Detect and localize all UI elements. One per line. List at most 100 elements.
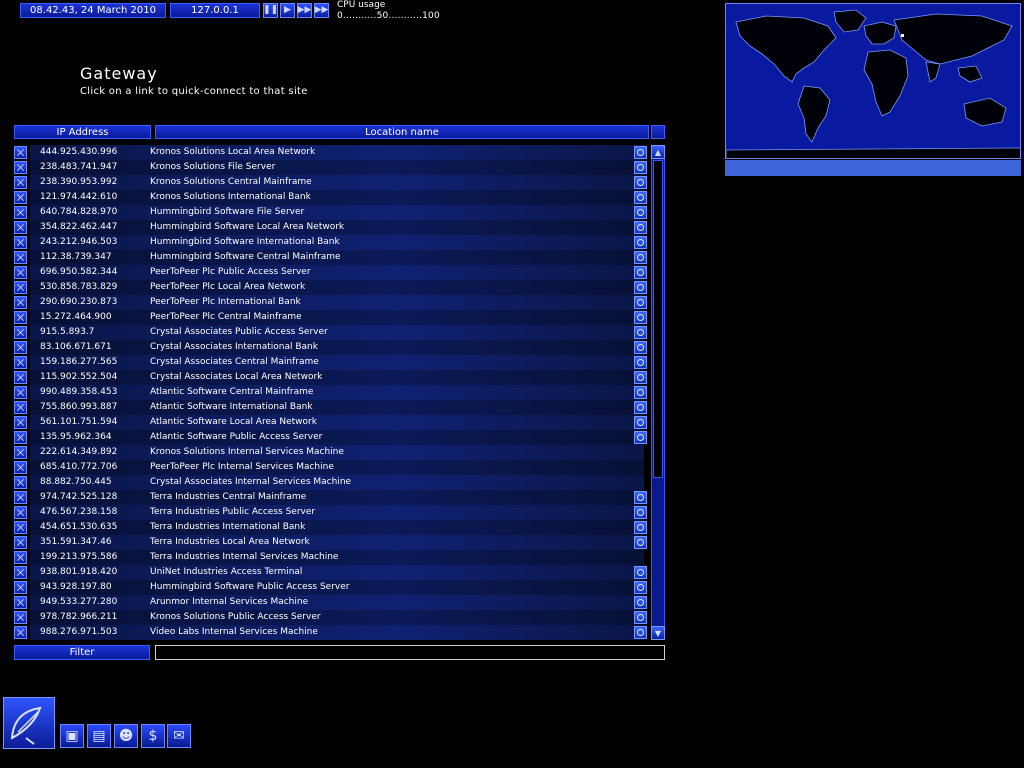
gateway-link-row[interactable]: 135.95.962.364 Atlantic Software Public A… [14,430,650,445]
connect-link-button[interactable] [634,581,647,594]
connect-link-button[interactable] [634,146,647,159]
connect-link-button[interactable] [634,611,647,624]
delete-link-button[interactable] [14,266,27,279]
gateway-link-row[interactable]: 88.882.750.445 Crystal Associates Interna… [14,475,650,490]
scroll-down-button[interactable]: ▼ [651,626,665,640]
world-map[interactable] [725,3,1021,159]
delete-link-button[interactable] [14,506,27,519]
gateway-link-row[interactable]: 159.186.277.565 Crystal Associates Centra… [14,355,650,370]
delete-link-button[interactable] [14,446,27,459]
gateway-link-row[interactable]: 943.928.197.80 Hummingbird Software Publi… [14,580,650,595]
delete-link-button[interactable] [14,281,27,294]
connect-link-button[interactable] [634,326,647,339]
connect-link-button[interactable] [634,416,647,429]
delete-link-button[interactable] [14,146,27,159]
delete-link-button[interactable] [14,341,27,354]
connect-link-button[interactable] [634,341,647,354]
connect-link-button[interactable] [634,251,647,264]
delete-link-button[interactable] [14,476,27,489]
delete-link-button[interactable] [14,491,27,504]
connect-link-button[interactable] [634,596,647,609]
gateway-link-row[interactable]: 121.974.442.610 Kronos Solutions Internat… [14,190,650,205]
delete-link-button[interactable] [14,536,27,549]
delete-link-button[interactable] [14,356,27,369]
delete-link-button[interactable] [14,581,27,594]
delete-link-button[interactable] [14,461,27,474]
save-button[interactable]: ▤ [87,724,111,748]
gateway-link-row[interactable]: 755.860.993.887 Atlantic Software Interna… [14,400,650,415]
gateway-link-row[interactable]: 243.212.946.503 Hummingbird Software Inte… [14,235,650,250]
delete-link-button[interactable] [14,521,27,534]
scroll-up-button[interactable]: ▲ [651,145,665,159]
gateway-link-row[interactable]: 83.106.671.671 Crystal Associates Interna… [14,340,650,355]
filter-button[interactable]: Filter [14,645,150,660]
gateway-link-row[interactable]: 561.101.751.594 Atlantic Software Local A… [14,415,650,430]
connect-link-button[interactable] [634,401,647,414]
delete-link-button[interactable] [14,431,27,444]
delete-link-button[interactable] [14,296,27,309]
gateway-link-row[interactable]: 222.614.349.892 Kronos Solutions Internal… [14,445,650,460]
email-button[interactable]: ✉ [167,724,191,748]
gateway-link-row[interactable]: 454.651.530.635 Terra Industries Internat… [14,520,650,535]
filter-input[interactable] [155,645,665,660]
connect-link-button[interactable] [634,521,647,534]
delete-link-button[interactable] [14,161,27,174]
gateway-link-row[interactable]: 530.858.783.829 PeerToPeer Plc Local Area… [14,280,650,295]
gateway-link-row[interactable]: 938.801.918.420 UniNet Industries Access … [14,565,650,580]
gateway-link-row[interactable]: 290.690.230.873 PeerToPeer Plc Internatio… [14,295,650,310]
gateway-link-row[interactable]: 354.822.462.447 Hummingbird Software Loca… [14,220,650,235]
fastest-forward-button[interactable]: ▶▶ [314,3,329,18]
delete-link-button[interactable] [14,191,27,204]
gateway-link-row[interactable]: 640.784.828.970 Hummingbird Software File… [14,205,650,220]
connect-link-button[interactable] [634,161,647,174]
gateway-link-row[interactable]: 115.902.552.504 Crystal Associates Local … [14,370,650,385]
connect-link-button[interactable] [634,296,647,309]
computer-button[interactable]: ▣ [60,724,84,748]
gateway-link-row[interactable]: 444.925.430.996 Kronos Solutions Local Ar… [14,145,650,160]
gateway-link-row[interactable]: 351.591.347.46 Terra Industries Local Are… [14,535,650,550]
header-location-name[interactable]: Location name [155,125,649,139]
fast-forward-button[interactable]: ▶▶ [297,3,312,18]
gateway-link-row[interactable]: 696.950.582.344 PeerToPeer Plc Public Acc… [14,265,650,280]
gateway-link-row[interactable]: 238.390.953.992 Kronos Solutions Central … [14,175,650,190]
pause-button[interactable]: ❚❚ [263,3,278,18]
delete-link-button[interactable] [14,386,27,399]
contacts-button[interactable]: ☻ [114,724,138,748]
connect-link-button[interactable] [634,236,647,249]
connect-link-button[interactable] [634,281,647,294]
delete-link-button[interactable] [14,251,27,264]
connect-link-button[interactable] [634,191,647,204]
gateway-link-row[interactable]: 978.782.966.211 Kronos Solutions Public A… [14,610,650,625]
gateway-link-row[interactable]: 988.276.971.503 Video Labs Internal Servi… [14,625,650,640]
delete-link-button[interactable] [14,611,27,624]
connect-link-button[interactable] [634,386,647,399]
connect-link-button[interactable] [634,566,647,579]
header-ip-address[interactable]: IP Address [14,125,151,139]
finance-button[interactable]: $ [141,724,165,748]
delete-link-button[interactable] [14,206,27,219]
connect-link-button[interactable] [634,626,647,639]
connect-link-button[interactable] [634,356,647,369]
delete-link-button[interactable] [14,566,27,579]
play-button[interactable]: ▶ [280,3,295,18]
delete-link-button[interactable] [14,326,27,339]
delete-link-button[interactable] [14,221,27,234]
connect-link-button[interactable] [634,491,647,504]
connect-link-button[interactable] [634,176,647,189]
delete-link-button[interactable] [14,236,27,249]
delete-link-button[interactable] [14,176,27,189]
delete-link-button[interactable] [14,596,27,609]
connect-link-button[interactable] [634,506,647,519]
connect-link-button[interactable] [634,311,647,324]
delete-link-button[interactable] [14,626,27,639]
gateway-link-row[interactable]: 238.483.741.947 Kronos Solutions File Ser… [14,160,650,175]
gateway-link-row[interactable]: 15.272.464.900 PeerToPeer Plc Central Mai… [14,310,650,325]
connect-link-button[interactable] [634,371,647,384]
delete-link-button[interactable] [14,416,27,429]
delete-link-button[interactable] [14,401,27,414]
gateway-link-row[interactable]: 685.410.772.706 PeerToPeer Plc Internal S… [14,460,650,475]
delete-link-button[interactable] [14,311,27,324]
scrollbar-thumb[interactable] [653,160,663,478]
delete-link-button[interactable] [14,371,27,384]
connect-link-button[interactable] [634,266,647,279]
